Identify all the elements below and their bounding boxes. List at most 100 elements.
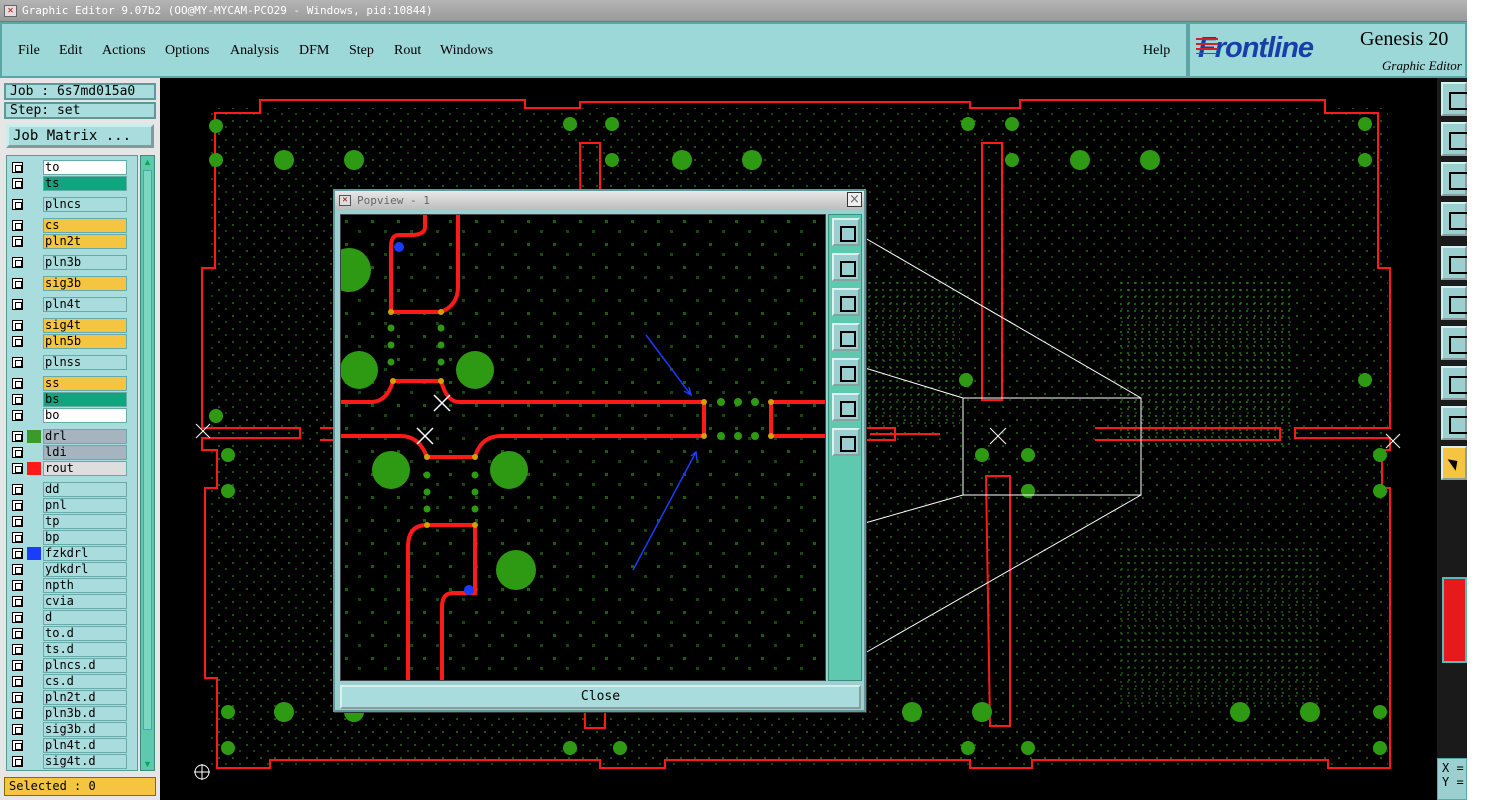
tool-button-5[interactable] [1441,246,1467,280]
layer-name[interactable]: ldi [43,445,127,460]
tool-button-8[interactable] [1441,366,1467,400]
layer-row-sig4t[interactable]: sig4t [7,318,137,333]
layer-affected-checkbox[interactable] [12,580,23,591]
menu-dfm[interactable]: DFM [299,43,329,59]
layer-row-pln4t-d[interactable]: pln4t.d [7,738,137,753]
scroll-down-icon[interactable]: ▼ [142,758,153,770]
layer-row-pln4t[interactable]: pln4t [7,297,137,312]
scroll-up-icon[interactable]: ▲ [142,156,153,168]
layer-name[interactable]: d [43,610,127,625]
popview-fit-icon[interactable] [832,218,860,246]
layer-name[interactable]: cs.d [43,674,127,689]
layer-name[interactable]: ts [43,176,127,191]
menu-file[interactable]: File [18,43,40,59]
layer-name[interactable]: pln2t.d [43,690,127,705]
layer-affected-checkbox[interactable] [12,564,23,575]
layer-affected-checkbox[interactable] [12,431,23,442]
layer-row-cs-d[interactable]: cs.d [7,674,137,689]
layer-affected-checkbox[interactable] [12,548,23,559]
layer-name[interactable]: to.d [43,626,127,641]
job-matrix-button[interactable]: Job Matrix ... [6,124,154,148]
menu-analysis[interactable]: Analysis [230,43,279,59]
layer-row-drl[interactable]: drl [7,429,137,444]
layer-color-swatch[interactable] [27,430,41,443]
popview-zoom-in-icon[interactable] [832,393,860,421]
layer-row-ldi[interactable]: ldi [7,445,137,460]
layer-name[interactable]: to [43,160,127,175]
layer-affected-checkbox[interactable] [12,676,23,687]
layer-name[interactable]: npth [43,578,127,593]
menu-windows[interactable]: Windows [440,43,493,59]
layer-row-ydkdrl[interactable]: ydkdrl [7,562,137,577]
layer-affected-checkbox[interactable] [12,532,23,543]
popview-pan-down-icon[interactable] [832,288,860,316]
layer-name[interactable]: fzkdrl [43,546,127,561]
layer-affected-checkbox[interactable] [12,692,23,703]
layer-row-to[interactable]: to [7,160,137,175]
layer-affected-checkbox[interactable] [12,357,23,368]
layer-row-sig3b[interactable]: sig3b [7,276,137,291]
layer-affected-checkbox[interactable] [12,724,23,735]
layer-name[interactable]: drl [43,429,127,444]
close-icon[interactable]: × [847,192,862,207]
layer-affected-checkbox[interactable] [12,410,23,421]
menu-help[interactable]: Help [1143,43,1170,59]
layer-affected-checkbox[interactable] [12,394,23,405]
popview-titlebar[interactable]: ✕ Popview - 1 × [335,191,864,210]
layer-affected-checkbox[interactable] [12,278,23,289]
layer-name[interactable]: pnl [43,498,127,513]
layer-name[interactable]: cs [43,218,127,233]
popview-pan-left-icon[interactable] [832,323,860,351]
layer-affected-checkbox[interactable] [12,299,23,310]
layer-name[interactable]: pln2t [43,234,127,249]
layer-row-plncs-d[interactable]: plncs.d [7,658,137,673]
tool-button-6[interactable] [1441,286,1467,320]
popview-pan-right-icon[interactable] [832,358,860,386]
select-pointer-icon[interactable] [1441,446,1467,480]
layer-name[interactable]: sig3b [43,276,127,291]
layer-name[interactable]: cvia [43,594,127,609]
scroll-thumb[interactable] [143,170,152,730]
layer-affected-checkbox[interactable] [12,463,23,474]
layer-affected-checkbox[interactable] [12,447,23,458]
layer-name[interactable]: bp [43,530,127,545]
layer-affected-checkbox[interactable] [12,484,23,495]
layer-affected-checkbox[interactable] [12,516,23,527]
layer-row-pln3b[interactable]: pln3b [7,255,137,270]
layer-name[interactable]: pln3b [43,255,127,270]
layer-name[interactable]: bo [43,408,127,423]
layer-affected-checkbox[interactable] [12,708,23,719]
layer-affected-checkbox[interactable] [12,596,23,607]
layer-name[interactable]: sig4t [43,318,127,333]
tool-button-2[interactable] [1441,122,1467,156]
layer-row-pln2t[interactable]: pln2t [7,234,137,249]
layer-name[interactable]: plnss [43,355,127,370]
layer-affected-checkbox[interactable] [12,257,23,268]
menu-rout[interactable]: Rout [394,43,421,59]
layer-name[interactable]: ydkdrl [43,562,127,577]
layer-name[interactable]: ts.d [43,642,127,657]
layer-affected-checkbox[interactable] [12,199,23,210]
layer-row-ts-d[interactable]: ts.d [7,642,137,657]
layer-affected-checkbox[interactable] [12,236,23,247]
layer-row-plnss[interactable]: plnss [7,355,137,370]
layer-affected-checkbox[interactable] [12,336,23,347]
tool-button-3[interactable] [1441,162,1467,196]
layer-name[interactable]: bs [43,392,127,407]
layer-row-ts[interactable]: ts [7,176,137,191]
layer-name[interactable]: sig4t.d [43,754,127,769]
popview-pan-up-icon[interactable] [832,253,860,281]
layer-row-pln3b-d[interactable]: pln3b.d [7,706,137,721]
layer-affected-checkbox[interactable] [12,756,23,767]
layer-row-dd[interactable]: dd [7,482,137,497]
popview-zoom-view[interactable] [340,214,826,681]
layer-name[interactable]: sig3b.d [43,722,127,737]
tool-button-1[interactable] [1441,82,1467,116]
tool-button-7[interactable] [1441,326,1467,360]
layer-row-ss[interactable]: ss [7,376,137,391]
menu-step[interactable]: Step [349,43,374,59]
layer-row-npth[interactable]: npth [7,578,137,593]
layer-row-tp[interactable]: tp [7,514,137,529]
layer-row-fzkdrl[interactable]: fzkdrl [7,546,137,561]
layer-row-sig3b-d[interactable]: sig3b.d [7,722,137,737]
